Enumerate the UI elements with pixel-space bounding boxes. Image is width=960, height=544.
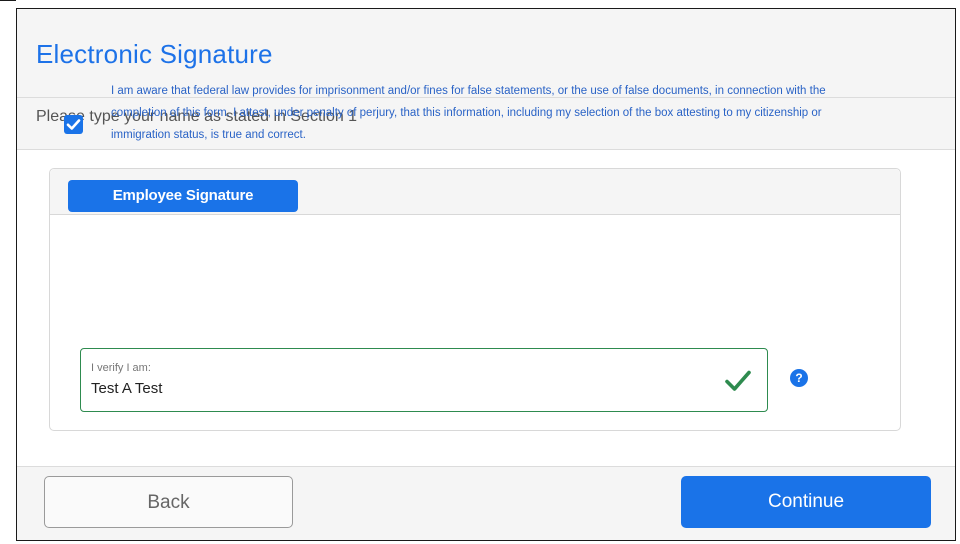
- attestation-checkbox[interactable]: [64, 115, 83, 134]
- card-header: Employee Signature: [50, 169, 900, 215]
- tab-employee-signature[interactable]: Employee Signature: [68, 180, 298, 212]
- continue-button[interactable]: Continue: [681, 476, 931, 528]
- verify-field-label: I verify I am:: [91, 362, 151, 374]
- verify-field-value: Test A Test: [91, 380, 163, 397]
- checkmark-icon: [66, 119, 81, 130]
- signature-dialog: Electronic Signature Please type your na…: [16, 8, 956, 541]
- check-icon: [725, 370, 751, 391]
- attestation-text: I am aware that federal law provides for…: [111, 85, 826, 141]
- help-icon[interactable]: ?: [790, 369, 808, 387]
- verify-name-field[interactable]: I verify I am: Test A Test: [80, 348, 768, 412]
- page-title: Electronic Signature: [36, 39, 273, 69]
- back-button[interactable]: Back: [44, 476, 293, 528]
- window-edge: [0, 0, 16, 11]
